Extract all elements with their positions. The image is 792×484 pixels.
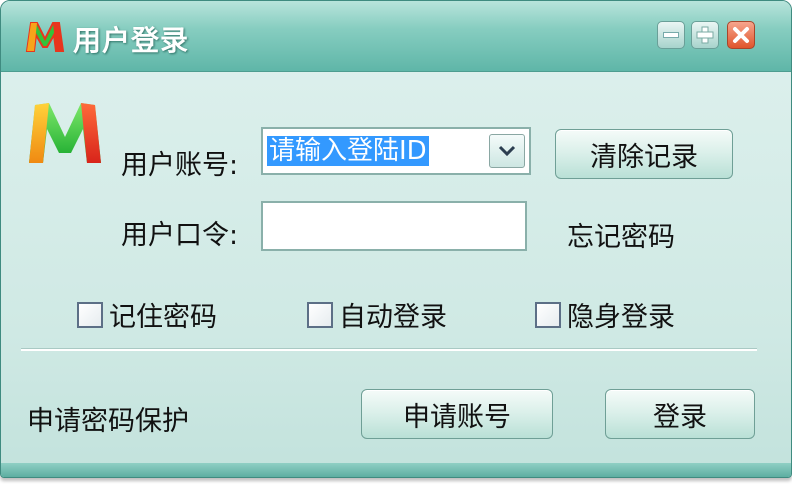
minimize-button[interactable] (657, 21, 685, 49)
password-label: 用户口令: (121, 220, 239, 251)
login-button[interactable]: 登录 (605, 389, 755, 439)
auto-login-checkbox[interactable]: 自动登录 (307, 295, 447, 334)
m-logo-icon (29, 103, 101, 163)
window-title: 用户登录 (73, 24, 190, 57)
minimize-icon (663, 32, 679, 38)
checkbox-box[interactable] (77, 301, 103, 328)
apply-password-protection-link[interactable]: 申请密码保护 (27, 399, 189, 438)
checkbox-box[interactable] (307, 301, 333, 328)
invisible-login-checkbox[interactable]: 隐身登录 (535, 295, 675, 334)
divider (21, 348, 757, 351)
account-input[interactable]: 请输入登陆ID (267, 136, 429, 166)
maximize-button[interactable] (691, 21, 719, 49)
forgot-password-link[interactable]: 忘记密码 (567, 215, 675, 254)
account-combobox[interactable]: 请输入登陆ID (261, 127, 531, 175)
checkbox-box[interactable] (535, 301, 561, 328)
password-field[interactable] (261, 201, 527, 251)
plus-icon (696, 26, 714, 44)
close-icon (733, 27, 749, 43)
apply-account-button[interactable]: 申请账号 (361, 389, 553, 439)
window-bottom-border (1, 463, 791, 477)
title-bar[interactable]: 用户登录 (1, 1, 791, 72)
clear-records-button[interactable]: 清除记录 (555, 129, 733, 179)
remember-password-checkbox[interactable]: 记住密码 (77, 295, 217, 334)
checkbox-label: 记住密码 (109, 302, 217, 333)
chevron-down-icon (498, 145, 516, 157)
checkbox-label: 自动登录 (339, 302, 447, 333)
login-window: 用户登录 用户账号: 请输入登陆ID 清除记录 用户口令: 忘记密码 记住密码 … (0, 0, 792, 478)
close-button[interactable] (727, 21, 755, 49)
m-logo-icon (25, 22, 65, 52)
checkbox-label: 隐身登录 (567, 302, 675, 333)
account-dropdown-button[interactable] (489, 134, 525, 168)
account-label: 用户账号: (121, 150, 239, 181)
